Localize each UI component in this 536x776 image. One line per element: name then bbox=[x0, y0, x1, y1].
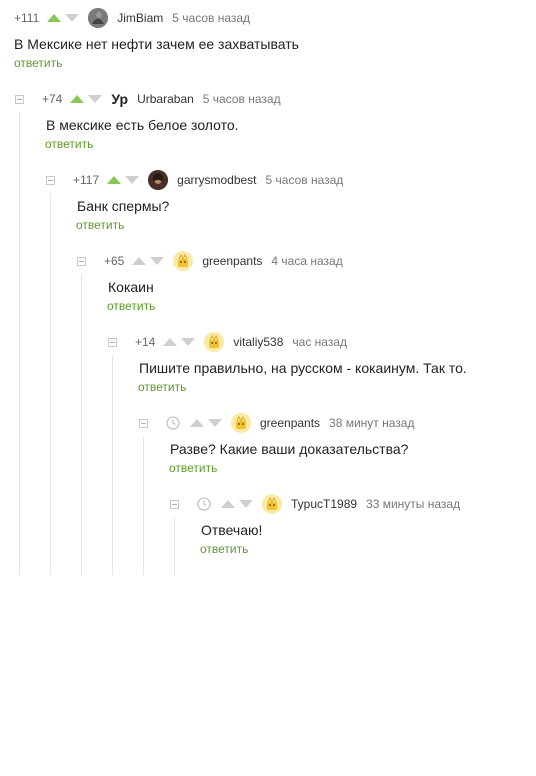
comment-text: Пишите правильно, на русском - кокаинум.… bbox=[139, 360, 467, 376]
avatar[interactable] bbox=[231, 413, 251, 433]
upvote-arrow-icon[interactable] bbox=[70, 95, 85, 103]
comment-header: +117 garrysmodbest 5 часов назад bbox=[46, 170, 343, 190]
collapse-toggle-icon[interactable] bbox=[108, 337, 117, 347]
avatar[interactable] bbox=[262, 494, 282, 514]
comment-header: +111 JimBiam 5 часов назад bbox=[14, 8, 299, 28]
downvote-arrow-icon[interactable] bbox=[125, 176, 140, 184]
comment-text: Отвечаю! bbox=[201, 522, 263, 538]
pikabu-default-avatar-icon bbox=[204, 332, 225, 352]
comment-header: +65 greenpants 4 часа назад bbox=[77, 251, 343, 271]
comment: +65 greenpants 4 часа назад Кокаин ответ… bbox=[77, 251, 343, 313]
comment: TypucT1989 33 минуты назад Отвечаю! отве… bbox=[170, 494, 460, 556]
downvote-arrow-icon[interactable] bbox=[65, 14, 80, 22]
downvote-arrow-icon[interactable] bbox=[181, 338, 196, 346]
comment-header: +74 Ур Urbaraban 5 часов назад bbox=[15, 89, 281, 109]
clock-icon bbox=[197, 497, 211, 511]
comment-author[interactable]: garrysmodbest bbox=[177, 173, 256, 187]
comment: +117 garrysmodbest 5 часов назад Банк сп… bbox=[46, 170, 343, 232]
upvote-arrow-icon[interactable] bbox=[132, 257, 147, 265]
vote-controls bbox=[70, 95, 103, 103]
collapse-toggle-icon[interactable] bbox=[46, 175, 55, 185]
comment-header: +14 vitaliy538 час назад bbox=[108, 332, 467, 352]
thread-line bbox=[81, 274, 82, 575]
comment: +111 JimBiam 5 часов назад В Мексике нет… bbox=[14, 8, 299, 70]
upvote-arrow-icon[interactable] bbox=[107, 176, 122, 184]
comment-author[interactable]: Urbaraban bbox=[137, 92, 194, 106]
upvote-arrow-icon[interactable] bbox=[190, 419, 204, 427]
user-photo-icon bbox=[88, 8, 109, 28]
reply-link[interactable]: ответить bbox=[45, 137, 281, 151]
collapse-toggle-icon[interactable] bbox=[139, 418, 148, 428]
reply-link[interactable]: ответить bbox=[200, 542, 460, 556]
collapse-toggle-icon[interactable] bbox=[15, 94, 24, 104]
comment-header: greenpants 38 минут назад bbox=[139, 413, 414, 433]
avatar[interactable] bbox=[173, 251, 194, 271]
reply-link[interactable]: ответить bbox=[14, 56, 299, 70]
comment-author[interactable]: vitaliy538 bbox=[233, 335, 283, 349]
avatar[interactable] bbox=[204, 332, 225, 352]
comment-time[interactable]: 4 часа назад bbox=[271, 254, 342, 268]
thread-line bbox=[50, 193, 51, 575]
pikabu-default-avatar-icon bbox=[231, 413, 251, 433]
reply-link[interactable]: ответить bbox=[169, 461, 414, 475]
upvote-arrow-icon[interactable] bbox=[221, 500, 235, 508]
comment-time[interactable]: 33 минуты назад bbox=[366, 497, 460, 511]
comment-author[interactable]: greenpants bbox=[260, 416, 320, 430]
comment-rating: +117 bbox=[73, 173, 100, 187]
reply-link[interactable]: ответить bbox=[107, 299, 343, 313]
downvote-arrow-icon[interactable] bbox=[239, 500, 253, 508]
reply-link[interactable]: ответить bbox=[138, 380, 467, 394]
comment-text: В мексике есть белое золото. bbox=[46, 117, 239, 133]
upvote-arrow-icon[interactable] bbox=[163, 338, 178, 346]
comment-text: Разве? Какие ваши доказательства? bbox=[170, 441, 409, 457]
comment-text: В Мексике нет нефти зачем ее захватывать bbox=[14, 36, 299, 52]
comment-text: Кокаин bbox=[108, 279, 154, 295]
comment-author[interactable]: JimBiam bbox=[117, 11, 163, 25]
user-photo-icon bbox=[148, 170, 169, 190]
comment-time[interactable]: 38 минут назад bbox=[329, 416, 414, 430]
comment: +74 Ур Urbaraban 5 часов назад В мексике… bbox=[15, 89, 281, 151]
upvote-arrow-icon[interactable] bbox=[47, 14, 62, 22]
comment-rating: +14 bbox=[135, 335, 156, 349]
comment-rating: +74 bbox=[42, 92, 63, 106]
vote-controls bbox=[190, 419, 222, 427]
comment-text: Банк спермы? bbox=[77, 198, 170, 214]
downvote-arrow-icon[interactable] bbox=[208, 419, 222, 427]
reply-link[interactable]: ответить bbox=[76, 218, 343, 232]
comment-rating: +65 bbox=[104, 254, 125, 268]
avatar[interactable]: Ур bbox=[111, 89, 128, 109]
comment-time[interactable]: 5 часов назад bbox=[203, 92, 281, 106]
downvote-arrow-icon[interactable] bbox=[150, 257, 165, 265]
comment-header: TypucT1989 33 минуты назад bbox=[170, 494, 460, 514]
comment-time[interactable]: 5 часов назад bbox=[266, 173, 344, 187]
avatar[interactable] bbox=[148, 170, 169, 190]
thread-line bbox=[19, 112, 20, 575]
collapse-toggle-icon[interactable] bbox=[170, 499, 179, 509]
comment-author[interactable]: greenpants bbox=[202, 254, 262, 268]
comment-time[interactable]: 5 часов назад bbox=[172, 11, 250, 25]
clock-icon bbox=[166, 416, 180, 430]
pikabu-default-avatar-icon bbox=[262, 494, 282, 514]
collapse-toggle-icon[interactable] bbox=[77, 256, 86, 266]
vote-controls bbox=[107, 176, 140, 184]
downvote-arrow-icon[interactable] bbox=[88, 95, 103, 103]
comment-time[interactable]: час назад bbox=[292, 335, 347, 349]
comment: greenpants 38 минут назад Разве? Какие в… bbox=[139, 413, 414, 475]
vote-controls bbox=[163, 338, 196, 346]
vote-controls bbox=[132, 257, 165, 265]
comment-author[interactable]: TypucT1989 bbox=[291, 497, 357, 511]
comment: +14 vitaliy538 час назад Пишите правильн… bbox=[108, 332, 467, 394]
avatar[interactable] bbox=[88, 8, 109, 28]
pikabu-default-avatar-icon bbox=[173, 251, 194, 271]
vote-controls bbox=[221, 500, 253, 508]
vote-controls bbox=[47, 14, 80, 22]
comment-rating: +111 bbox=[14, 11, 40, 25]
